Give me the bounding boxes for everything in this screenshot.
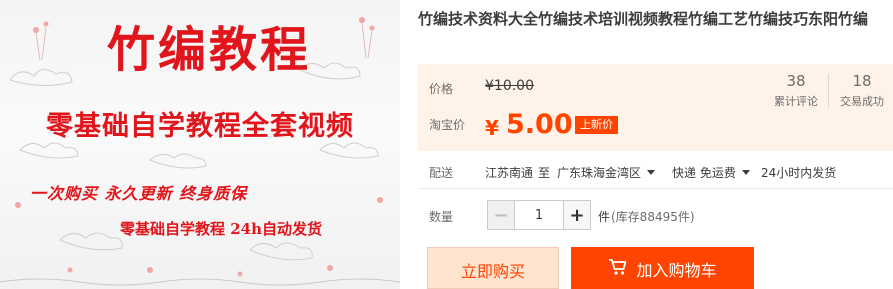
increase-quantity-button[interactable]: +	[563, 201, 590, 229]
promo-tagline: 一次购买 永久更新 终身质保	[30, 184, 248, 203]
dispatch-time: 24小时内发货	[761, 166, 837, 180]
shipping-label: 配送	[429, 166, 454, 180]
quantity-row: 数量 − + 件 (库存88495件)	[418, 198, 893, 232]
destination-selector[interactable]: 广东珠海金湾区	[557, 164, 656, 181]
ship-to-word: 至	[538, 166, 551, 180]
product-title: 竹编技术资料大全竹编技术培训视频教程竹编工艺竹编技巧东阳竹编	[418, 10, 869, 28]
chevron-down-icon	[741, 170, 750, 175]
quantity-label: 数量	[429, 210, 454, 224]
sales-stat: 18 交易成功	[834, 72, 890, 109]
shipping-method-selector[interactable]: 快递 免运费	[672, 164, 750, 181]
section-divider	[418, 188, 893, 189]
shipping-method-text: 快递 免运费	[672, 166, 736, 180]
quantity-unit: 件	[598, 210, 611, 224]
stock-count: (库存88495件)	[611, 210, 695, 224]
reviews-label: 累计评论	[774, 95, 818, 108]
buy-now-button[interactable]: 立即购买	[427, 247, 559, 289]
original-price: ¥10.00	[485, 78, 534, 94]
sales-label: 交易成功	[840, 95, 884, 108]
promo-footer: 零基础自学教程 24h自动发货	[120, 220, 323, 238]
promo-subtitle: 零基础自学教程全套视频	[46, 111, 354, 142]
ship-from: 江苏南通	[485, 166, 534, 180]
stats-divider	[828, 74, 829, 108]
buy-now-label: 立即购买	[460, 262, 525, 281]
product-main-image[interactable]: 竹编教程 零基础自学教程全套视频 一次购买 永久更新 终身质保 零基础自学教程 …	[0, 0, 400, 289]
add-to-cart-label: 加入购物车	[636, 261, 717, 280]
chevron-down-icon	[647, 170, 656, 175]
quantity-input[interactable]	[515, 201, 563, 229]
add-to-cart-button[interactable]: 加入购物车	[571, 247, 754, 289]
reviews-count: 38	[786, 72, 806, 90]
quantity-stepper: − +	[487, 200, 591, 230]
decrease-quantity-button[interactable]: −	[488, 201, 515, 229]
reviews-stat[interactable]: 38 累计评论	[768, 72, 824, 109]
currency-symbol: ¥	[485, 116, 499, 140]
price-label: 价格	[429, 82, 454, 96]
current-price: 5.00	[506, 109, 573, 140]
taobao-price-label: 淘宝价	[429, 118, 466, 132]
destination-text: 广东珠海金湾区	[557, 166, 642, 180]
price-panel: 价格 ¥10.00 淘宝价 ¥ 5.00 上新价 38 累计评论 18 交易成功	[418, 64, 893, 151]
cart-icon	[609, 259, 627, 275]
promo-title: 竹编教程	[106, 22, 311, 78]
new-price-badge: 上新价	[575, 116, 618, 134]
sales-count: 18	[852, 72, 872, 90]
